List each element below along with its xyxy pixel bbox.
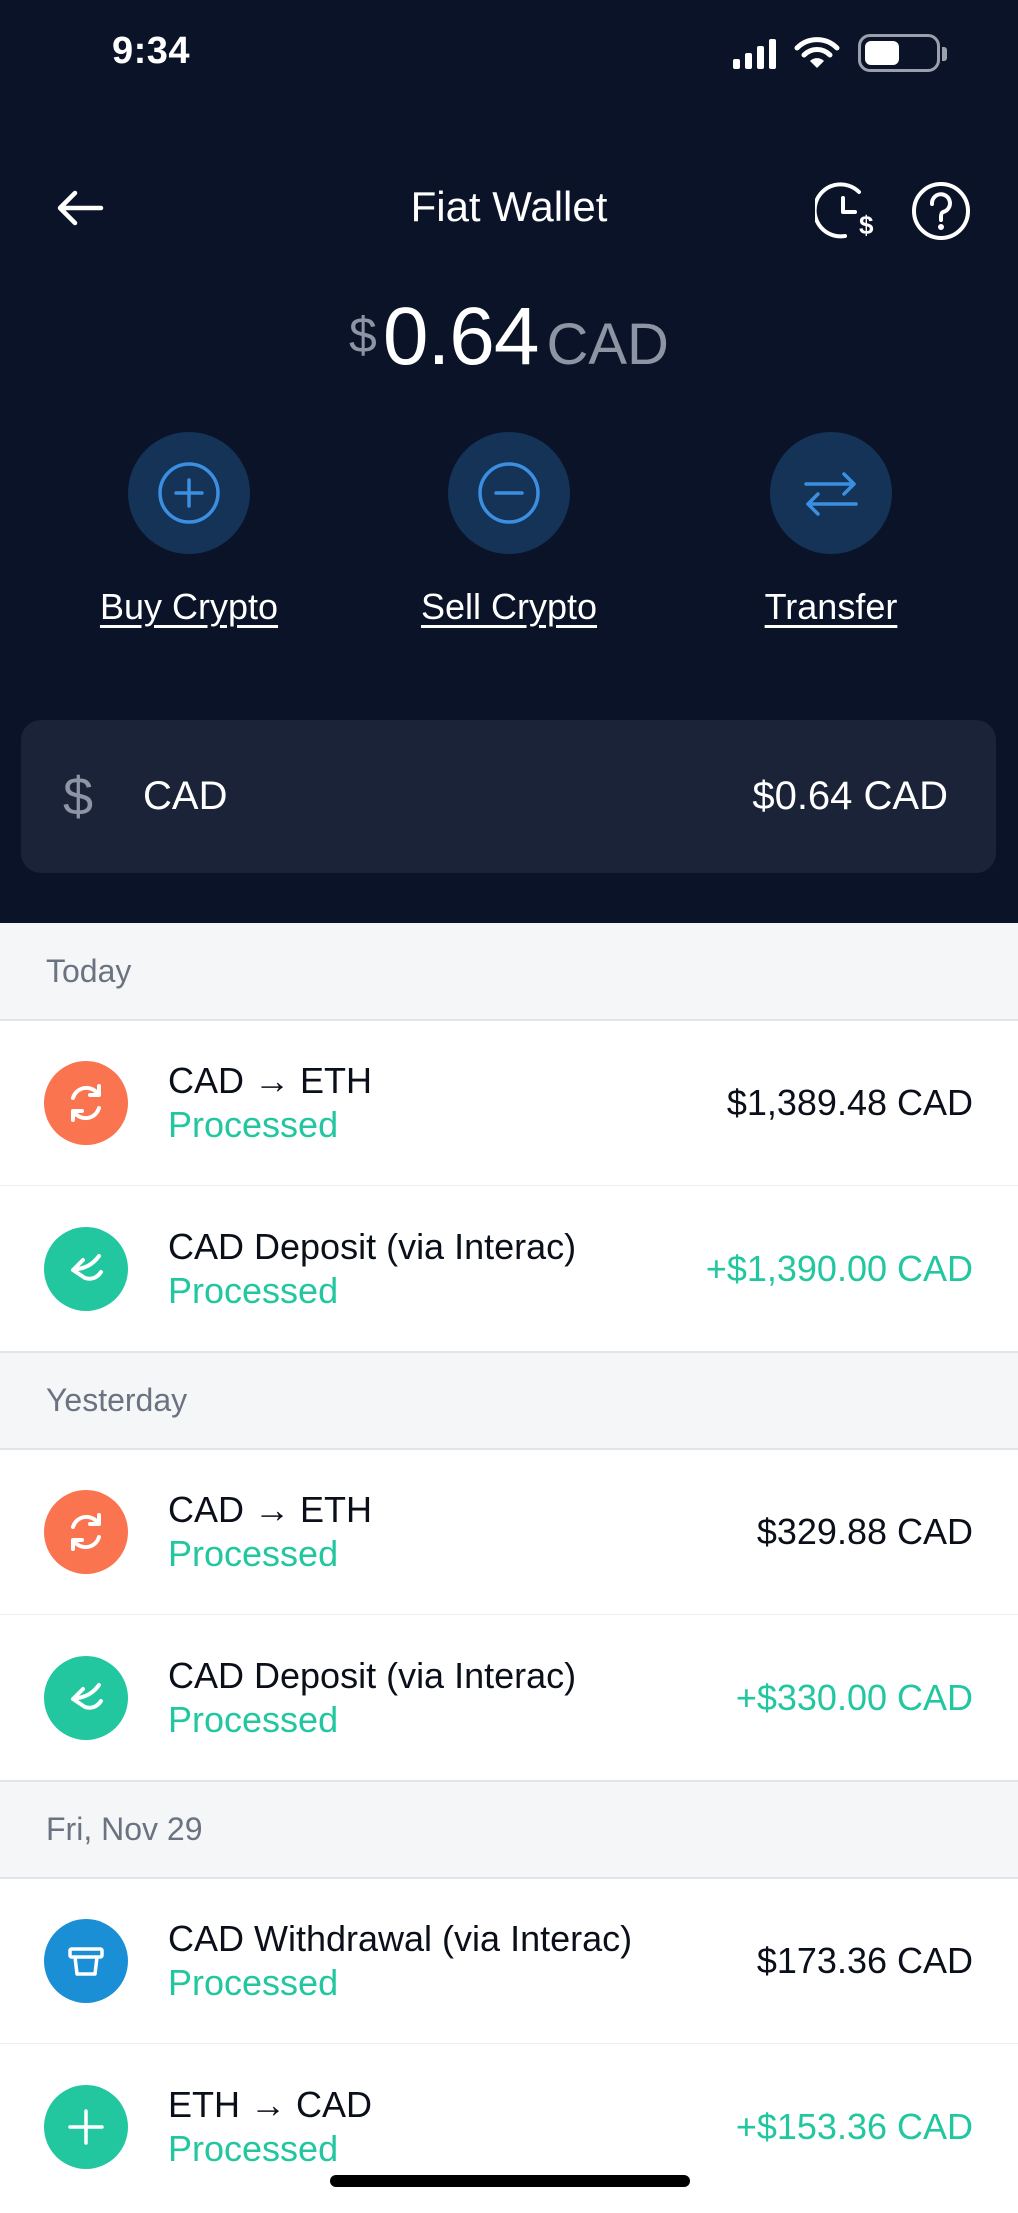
withdrawal-icon <box>44 1919 128 2003</box>
buy-crypto-button[interactable]: Buy Crypto <box>59 432 319 628</box>
status-time: 9:34 <box>112 30 191 72</box>
transaction-title: ETH → CAD <box>168 2083 373 2125</box>
buy-crypto-label: Buy Crypto <box>99 586 279 627</box>
transaction-status: Processed <box>168 1533 339 1574</box>
swap-icon <box>44 1061 128 1145</box>
section-header-today: Today <box>0 923 1018 1021</box>
transaction-amount: $173.36 CAD <box>756 1940 973 1981</box>
transaction-status: Processed <box>168 2127 339 2169</box>
transaction-title: CAD Deposit (via Interac) <box>168 1225 577 1267</box>
transaction-status: Processed <box>168 1698 339 1740</box>
balance-currency-code: CAD <box>546 312 669 377</box>
transaction-amount: +$330.00 CAD <box>735 1676 973 1718</box>
swap-icon <box>44 1490 128 1574</box>
clock-dollar-icon: $ <box>812 182 874 240</box>
svg-text:$: $ <box>859 210 874 240</box>
cellular-signal-icon <box>733 37 776 69</box>
total-balance: $0.64 CAD <box>0 290 1018 384</box>
wallet-balance-value: $0.64 CAD <box>752 774 948 818</box>
transaction-row[interactable]: CAD Deposit (via Interac) Processed +$33… <box>0 1615 1018 1780</box>
help-button[interactable] <box>910 180 972 242</box>
transaction-row[interactable]: CAD Withdrawal (via Interac) Processed $… <box>0 1879 1018 2044</box>
wifi-icon <box>794 37 840 68</box>
transfer-button[interactable]: Transfer <box>701 432 961 628</box>
section-header-yesterday: Yesterday <box>0 1353 1018 1450</box>
transfer-label: Transfer <box>764 586 898 627</box>
plus-circle-icon <box>158 462 220 524</box>
transaction-group-yesterday: CAD → ETH Processed $329.88 CAD CAD Depo… <box>0 1450 1018 1782</box>
battery-icon <box>858 34 947 72</box>
transaction-history-button[interactable]: $ <box>812 180 879 244</box>
home-indicator[interactable] <box>330 2175 690 2187</box>
transfer-arrows-icon <box>804 472 858 516</box>
transaction-amount: $1,389.48 CAD <box>726 1082 973 1123</box>
question-circle-icon <box>912 182 970 240</box>
balance-currency-symbol: $ <box>349 307 377 363</box>
transaction-group-today: CAD → ETH Processed $1,389.48 CAD CAD De… <box>0 1021 1018 1353</box>
minus-circle-icon <box>478 462 540 524</box>
transaction-status: Processed <box>168 1269 339 1311</box>
transaction-row[interactable]: CAD Deposit (via Interac) Processed +$1,… <box>0 1186 1018 1351</box>
sell-crypto-button[interactable]: Sell Crypto <box>379 432 639 628</box>
transaction-title: CAD → ETH <box>168 1060 373 1101</box>
wallet-header: 9:34 Fiat Wallet $ $0.64 CAD Buy Crypto … <box>0 0 1018 923</box>
transaction-title: CAD Withdrawal (via Interac) <box>168 1918 633 1959</box>
section-header-nov-29: Fri, Nov 29 <box>0 1782 1018 1879</box>
transaction-amount: +$153.36 CAD <box>735 2105 973 2147</box>
balance-amount: 0.64 <box>382 291 540 382</box>
transaction-title: CAD → ETH <box>168 1489 373 1530</box>
deposit-icon <box>44 1226 128 1311</box>
transaction-title: CAD Deposit (via Interac) <box>168 1654 577 1696</box>
wallet-currency-code: CAD <box>143 774 228 818</box>
deposit-icon <box>44 1655 128 1740</box>
transaction-status: Processed <box>168 1962 339 2003</box>
transaction-amount: $329.88 CAD <box>756 1511 973 1552</box>
sell-crypto-label: Sell Crypto <box>420 586 598 627</box>
status-icons <box>733 34 947 72</box>
cad-wallet-card[interactable]: $ CAD $0.64 CAD <box>21 720 996 873</box>
transaction-row[interactable]: CAD → ETH Processed $329.88 CAD <box>0 1450 1018 1615</box>
transaction-list: Today CAD → ETH Processed $1,389.48 CAD <box>0 923 1018 2209</box>
transaction-amount: +$1,390.00 CAD <box>705 1247 973 1289</box>
transaction-row[interactable]: CAD → ETH Processed $1,389.48 CAD <box>0 1021 1018 1186</box>
plus-icon <box>44 2084 128 2169</box>
transaction-group-nov-29: CAD Withdrawal (via Interac) Processed $… <box>0 1879 1018 2209</box>
dollar-icon: $ <box>63 766 94 827</box>
transaction-status: Processed <box>168 1104 339 1145</box>
